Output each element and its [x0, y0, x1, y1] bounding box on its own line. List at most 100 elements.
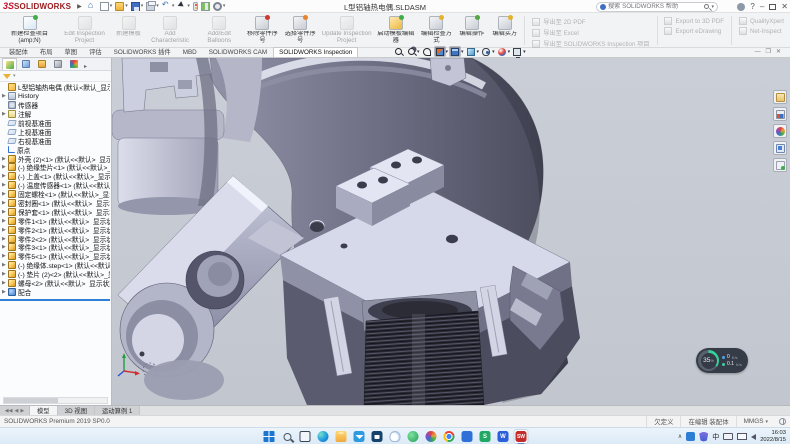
ribbon-edit-inspection-project[interactable]: Edit Inspection Project — [57, 14, 112, 47]
close-button[interactable]: ✕ — [781, 0, 788, 13]
tree-item-origin[interactable]: ▶ 原点 — [0, 145, 110, 154]
taskbar-store[interactable] — [370, 429, 385, 444]
user-account-icon[interactable] — [737, 3, 745, 11]
cad-model-render[interactable] — [112, 58, 790, 405]
tray-expand-icon[interactable]: ∧ — [678, 433, 682, 440]
ribbon-launch-template-editor[interactable]: 启动模板编辑器 — [374, 14, 417, 47]
quickbar-save[interactable]: ▾ — [131, 2, 144, 11]
tree-item-part[interactable]: ▶ 密封圈<1> (默认<<默认>_显示状 — [0, 199, 110, 208]
quickbar-select[interactable]: ▾ — [177, 2, 190, 11]
tree-item-part[interactable]: ▶ (-) 绝缘垫片<1> (默认<<默认>_显 — [0, 163, 110, 172]
dimxpertmanager-tab[interactable] — [50, 58, 65, 70]
motion-study-tab[interactable]: 运动算例 1 — [95, 406, 140, 415]
taskbar-app-leaf[interactable] — [406, 429, 421, 444]
hud-zoom-fit[interactable] — [392, 46, 404, 57]
ribbon-edit-inspection-methods[interactable]: 编辑检查方式 — [418, 14, 456, 47]
featuremanager-splitter[interactable] — [0, 299, 110, 301]
help-search-box[interactable]: ▾ — [596, 2, 718, 12]
tree-item-part[interactable]: ▶ 零件3<1> (默认<<默认>_显示状 — [0, 243, 110, 252]
taskpane-appearances-scenes[interactable] — [773, 124, 787, 138]
taskbar-start[interactable] — [262, 429, 277, 444]
taskpane-custom-properties[interactable] — [773, 158, 787, 172]
tree-item-part[interactable]: ▶ (-) 绝缘体.step<1> (默认<<默认> — [0, 261, 110, 270]
quickbar-open[interactable]: ▾ — [115, 2, 128, 11]
ribbon-new-inspection-project[interactable]: 新建检查项目 (amp;N) — [2, 14, 57, 47]
hud-view-orientation[interactable]: ▾ — [449, 46, 464, 57]
tree-item-root[interactable]: ▶ L型铝轴热电偶 (默认<默认_显示状态-1 — [0, 83, 110, 92]
configurationmanager-tab[interactable] — [34, 58, 49, 70]
taskbar-wps-writer[interactable]: W — [496, 429, 511, 444]
ribbon-edit-operations[interactable]: 编辑操作 — [455, 14, 488, 47]
quickbar-interference[interactable] — [193, 2, 198, 11]
doc-restore-icon[interactable]: ❐ — [766, 48, 771, 57]
taskbar-app-reader[interactable] — [460, 429, 475, 444]
tree-filter-row[interactable]: ▾ — [0, 71, 111, 82]
tree-item-top-plane[interactable]: ▶ 上视基准面 — [0, 127, 110, 136]
taskbar-solidworks[interactable]: SW — [514, 429, 529, 444]
quickbar-undo[interactable]: ▾ — [162, 2, 175, 11]
tree-item-part[interactable]: ▶ 零件2<1> (默认<<默认>_显示状 — [0, 225, 110, 234]
tree-item-part[interactable]: ▶ 零件5<1> (默认<<默认>_显示状 — [0, 252, 110, 261]
tab-sketch[interactable]: 草图 — [58, 45, 83, 57]
3d-views-tab[interactable]: 3D 视图 — [58, 406, 95, 415]
taskbar-chrome[interactable] — [442, 429, 457, 444]
taskbar-onedrive[interactable] — [388, 429, 403, 444]
tree-item-part[interactable]: ▶ (-) 温度传感器<1> (默认<<默认>_ — [0, 181, 110, 190]
ribbon-export-edrawing[interactable]: Export eDrawing — [664, 27, 724, 35]
tab-evaluate[interactable]: 评估 — [83, 45, 108, 57]
search-icon[interactable] — [704, 4, 709, 9]
ribbon-add-edit-balloons[interactable]: Add/Edit Balloons — [195, 14, 243, 47]
hud-hide-show-items[interactable]: ▾ — [480, 46, 495, 57]
tree-item-part[interactable]: ▶ 零件2<2> (默认<<默认>_显示状 — [0, 234, 110, 243]
taskbar-clock[interactable]: 16:03 2022/8/15 — [760, 430, 786, 443]
model-tab[interactable]: 模型 — [30, 406, 58, 415]
ribbon-remove-balloons[interactable]: 移除零件序号 — [244, 14, 282, 47]
tree-item-part[interactable]: ▶ (-) 垫片 (2)<2> (默认<<默认>_显 — [0, 270, 110, 279]
tree-item-part[interactable]: ▶ 外壳 (2)<1> (默认<<默认>_显示状 — [0, 154, 110, 163]
minimize-button[interactable]: – — [760, 0, 764, 13]
ribbon-export-inspection-project[interactable]: 导出至 SOLIDWORKS Inspection 项目 — [532, 39, 649, 48]
tree-item-part[interactable]: ▶ 固定螺栓<1> (默认<<默认>_显示 — [0, 190, 110, 199]
tab-scroll-buttons[interactable]: ◀◀◀▶ — [0, 406, 30, 415]
ribbon-new-template[interactable]: 新建模板 — [112, 14, 145, 47]
propertymanager-tab[interactable] — [18, 58, 33, 70]
quickbar-rebuild[interactable] — [201, 2, 210, 11]
ribbon-export-2d-pdf[interactable]: 导出至 2D PDF — [532, 17, 649, 26]
globe-icon[interactable] — [779, 418, 786, 425]
tab-layout[interactable]: 布局 — [34, 45, 59, 57]
doc-close-icon[interactable]: ✕ — [776, 48, 781, 57]
taskbar-mail[interactable] — [352, 429, 367, 444]
ribbon-net-inspect[interactable]: Net-Inspect — [739, 27, 784, 35]
tab-cam[interactable]: SOLIDWORKS CAM — [203, 47, 273, 57]
taskpane-solidworks-resources[interactable] — [773, 90, 787, 104]
help-button[interactable]: ? — [750, 0, 754, 13]
tab-assembly[interactable]: 装配体 — [3, 45, 34, 57]
ribbon-export-excel[interactable]: 导出至 Excel — [532, 28, 649, 37]
hud-display-style[interactable]: ▾ — [465, 46, 480, 57]
tab-addins[interactable]: SOLIDWORKS 插件 — [108, 45, 177, 57]
network-monitor-widget[interactable]: 35% 0 K/s 0.1 K/s — [696, 348, 748, 373]
hud-view-settings[interactable]: ▾ — [511, 46, 526, 57]
taskbar-photos[interactable] — [424, 429, 439, 444]
panel-tab-overflow-icon[interactable]: ▸ — [84, 63, 87, 70]
keyboard-icon[interactable] — [723, 433, 733, 440]
ribbon-update-inspection-project[interactable]: Update Inspection Project — [319, 14, 374, 47]
ribbon-qualityxpert[interactable]: QualityXpert — [739, 17, 784, 25]
hud-edit-appearance[interactable]: ▾ — [496, 46, 511, 57]
ime-indicator[interactable]: 中 — [712, 432, 719, 442]
tab-mbd[interactable]: MBD — [177, 47, 203, 57]
quickbar-new[interactable]: ▾ — [100, 2, 113, 11]
display-icon[interactable] — [737, 433, 747, 440]
quickbar-options[interactable]: ▾ — [213, 2, 226, 11]
search-input[interactable] — [608, 3, 702, 10]
doc-minimize-icon[interactable]: — — [755, 48, 761, 57]
taskbar-search[interactable] — [280, 429, 295, 444]
tree-item-right-plane[interactable]: ▶ 右视基准面 — [0, 136, 110, 145]
taskbar-file-explorer[interactable] — [334, 429, 349, 444]
featuremanager-tab[interactable] — [2, 58, 17, 70]
hud-previous-view[interactable] — [421, 46, 433, 57]
tree-item-mates[interactable]: ▶ 配合 — [0, 287, 110, 296]
quickbar-home[interactable] — [88, 2, 97, 11]
ribbon-export-3d-pdf[interactable]: Export to 3D PDF — [664, 17, 724, 25]
tree-item-part[interactable]: ▶ (-) 上盖<1> (默认<<默认>_显示状 — [0, 172, 110, 181]
